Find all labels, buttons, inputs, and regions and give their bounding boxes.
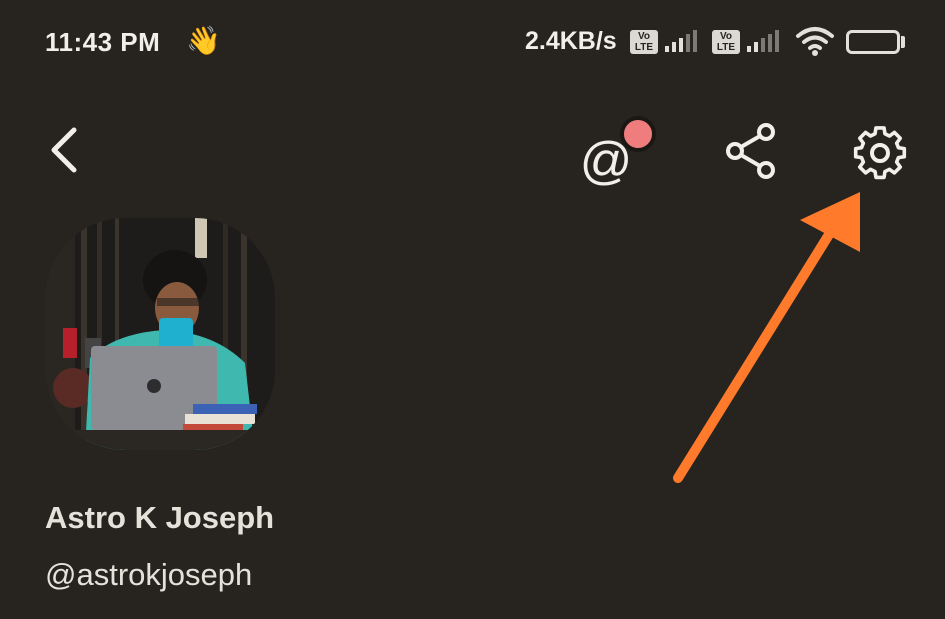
chevron-left-icon <box>51 127 77 173</box>
settings-button[interactable] <box>849 122 911 189</box>
share-icon <box>726 123 775 179</box>
network-speed: 2.4KB/s <box>525 27 617 55</box>
signal-icon <box>665 30 697 52</box>
battery-level: 91 <box>864 33 882 50</box>
notification-dot <box>620 116 656 152</box>
battery-icon: 91 <box>846 30 900 54</box>
status-bar: 11:43 PM 👋 2.4KB/s Vo LTE Vo LTE 91 <box>0 0 945 90</box>
gear-icon <box>853 126 907 180</box>
signal-icon <box>747 30 779 52</box>
annotation-arrow <box>673 192 860 483</box>
avatar-photo <box>45 218 275 450</box>
volte-icon: Vo LTE <box>712 30 740 54</box>
status-time: 11:43 PM <box>45 27 161 57</box>
profile-avatar[interactable] <box>45 218 275 450</box>
volte-icon: Vo LTE <box>630 30 658 54</box>
battery-tip <box>901 36 905 48</box>
back-button[interactable] <box>40 120 88 185</box>
share-button[interactable] <box>722 120 782 187</box>
wifi-icon <box>796 27 834 56</box>
profile-name: Astro K Joseph <box>45 500 275 535</box>
waving-hand-emoji: 👋 <box>186 25 221 56</box>
profile-handle: @astrokjoseph <box>45 557 253 592</box>
